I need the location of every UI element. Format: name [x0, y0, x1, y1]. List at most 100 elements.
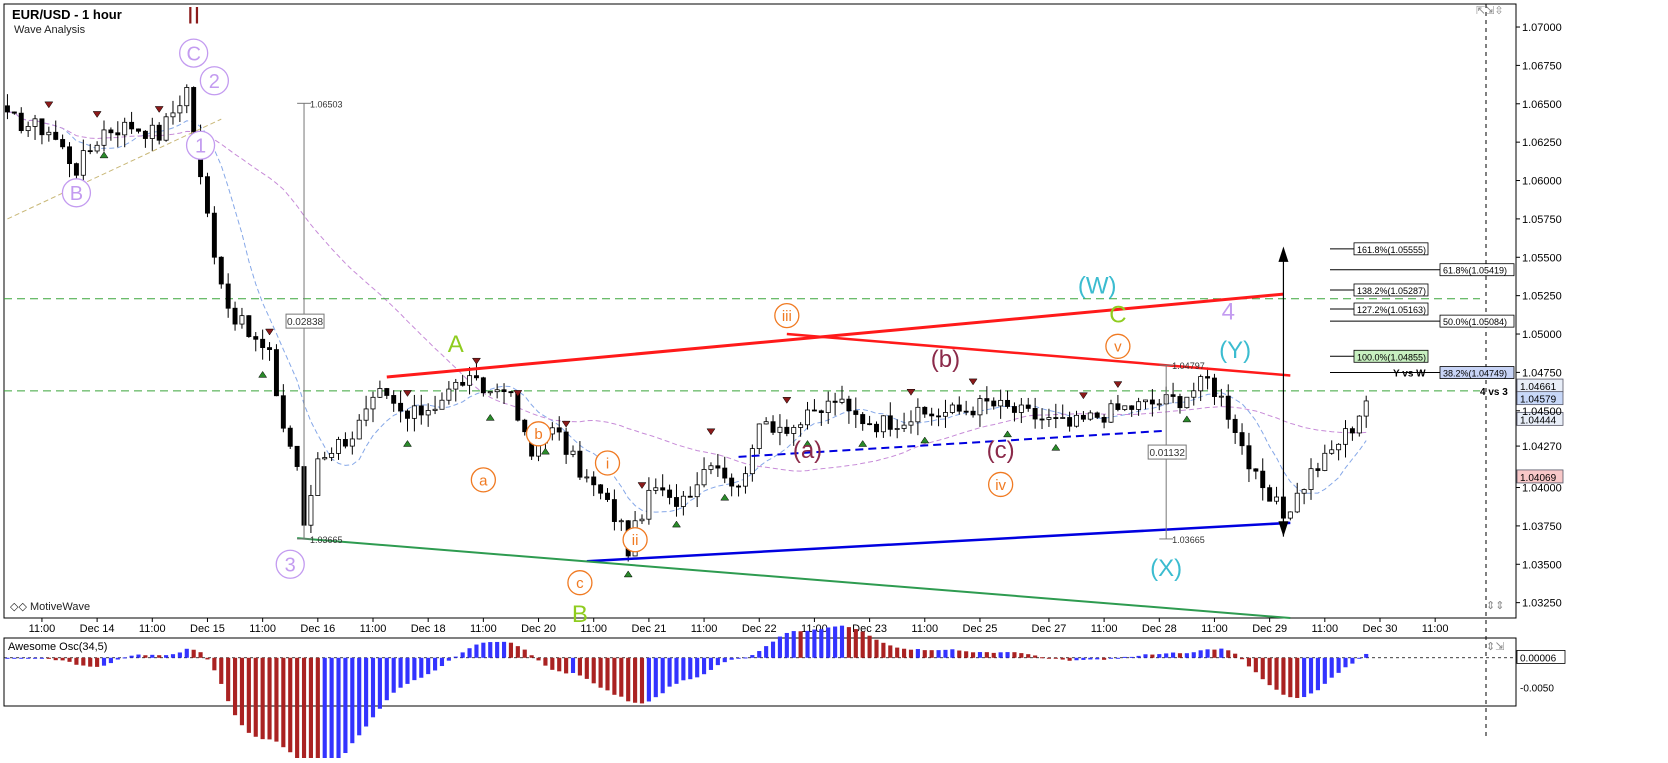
osc-panel-controls-icon[interactable]: ⇕⇲ — [1486, 640, 1504, 653]
oscillator-bar — [301, 657, 307, 763]
candle-body — [163, 116, 169, 141]
swing-low-marker-icon — [920, 436, 930, 444]
oscillator-bar — [902, 648, 907, 658]
swing-low-marker-icon — [672, 520, 681, 528]
oscillator-bar — [619, 657, 624, 697]
oscillator-bar — [267, 657, 272, 740]
oscillator-bar — [1039, 657, 1045, 659]
oscillator-bar — [5, 657, 10, 659]
candle-body — [1080, 414, 1086, 420]
candle-body — [253, 336, 259, 340]
oscillator-bar — [1295, 657, 1300, 698]
fib-level-label: 38.2%(1.04749) — [1443, 369, 1507, 379]
oscillator-bar — [515, 646, 520, 658]
oscillator-bar — [412, 657, 417, 681]
candle-body — [522, 419, 528, 433]
candle-body — [204, 176, 210, 214]
x-tick-label: Dec 21 — [631, 623, 666, 635]
candle-body — [1287, 511, 1293, 519]
fib-arrow-down-icon — [1278, 521, 1289, 537]
oscillator-bar — [922, 650, 927, 658]
oscillator-bar — [446, 657, 451, 661]
candle-body — [1177, 396, 1183, 409]
oscillator-bar — [770, 641, 776, 658]
candle-body — [942, 412, 948, 417]
candle-body — [1101, 417, 1107, 423]
window-controls-icon[interactable]: ⇱⇲⇳ — [1476, 4, 1504, 17]
candle-body — [315, 458, 321, 496]
oscillator-bar — [157, 655, 162, 658]
oscillator-bar — [543, 657, 548, 666]
oscillator-bar — [433, 657, 438, 671]
candle-body — [715, 465, 721, 469]
candle-body — [225, 283, 231, 309]
oscillator-bar — [184, 648, 189, 658]
oscillator-bar — [943, 649, 948, 658]
candle-body — [660, 487, 666, 491]
candle-body — [508, 391, 514, 394]
oscillator-bar — [1177, 653, 1183, 658]
oscillator-bar — [474, 644, 479, 658]
oscillator-bar — [1108, 657, 1114, 659]
candle-body — [246, 315, 252, 337]
y-tick-label: 1.05250 — [1522, 291, 1562, 303]
oscillator-bar — [1315, 657, 1320, 691]
candle-body — [1087, 412, 1093, 420]
wave-label: (c) — [987, 437, 1015, 464]
oscillator-bar — [232, 657, 238, 716]
oscillator-bar — [695, 657, 700, 678]
oscillator-label: Awesome Osc(34,5) — [8, 641, 108, 653]
candle-body — [811, 409, 817, 412]
oscillator-bar — [1191, 652, 1196, 658]
candle-body — [1246, 445, 1252, 470]
candle-body — [411, 405, 417, 419]
x-tick-label: 11:00 — [691, 623, 718, 635]
candle-body — [908, 421, 914, 426]
swing-high-marker-icon — [92, 111, 102, 118]
wave-label: iv — [995, 477, 1006, 494]
oscillator-bar — [936, 650, 941, 658]
oscillator-bar — [1074, 657, 1079, 661]
oscillator-bar — [322, 657, 327, 763]
oscillator-bar — [1026, 654, 1031, 658]
candle-body — [922, 406, 928, 415]
y-tick-label: 1.06500 — [1522, 99, 1562, 111]
candle-body — [1315, 468, 1321, 471]
panel-resize-icon[interactable]: ⇕⇕ — [1486, 599, 1504, 612]
candle-body — [1143, 399, 1148, 403]
oscillator-bar — [536, 657, 541, 661]
oscillator-bar — [39, 657, 45, 659]
candle-body — [729, 477, 735, 487]
x-tick-label: 11:00 — [1201, 623, 1228, 635]
oscillator-bar — [957, 650, 962, 658]
oscillator-bar — [1357, 657, 1362, 659]
oscillator-bar — [170, 654, 176, 658]
candle-body — [4, 105, 10, 113]
oscillator-bar — [1088, 657, 1093, 660]
oscillator-bar — [522, 649, 527, 658]
swing-low-marker-icon — [99, 151, 109, 159]
oscillator-bar — [308, 657, 313, 763]
candle-body — [342, 439, 348, 447]
candle-body — [1149, 399, 1155, 405]
candle-body — [798, 424, 804, 428]
wave-label: (X) — [1150, 555, 1182, 582]
oscillator-bar — [495, 641, 500, 658]
candle-body — [936, 415, 942, 418]
wave-label: v — [1114, 339, 1122, 356]
y-tick-label: 1.07000 — [1522, 22, 1562, 34]
candle-body — [1032, 408, 1038, 420]
oscillator-bar — [74, 657, 79, 665]
price-chart[interactable]: 1.06503 1.03665 0.02838 1.04797 1.03665 0.011… — [0, 0, 1668, 763]
oscillator-bar — [150, 654, 155, 658]
candle-body — [1205, 376, 1211, 379]
y-tick-label: 1.04270 — [1522, 441, 1562, 453]
candle-body — [874, 423, 879, 433]
oscillator-bar — [1019, 653, 1024, 658]
candle-body — [998, 399, 1004, 407]
oscillator-bar — [384, 657, 389, 701]
oscillator-bar — [1143, 654, 1148, 658]
oscillator-bar — [260, 657, 265, 740]
candle-body — [977, 398, 983, 416]
measure-right-bottom-label: 1.03665 — [1172, 535, 1205, 545]
